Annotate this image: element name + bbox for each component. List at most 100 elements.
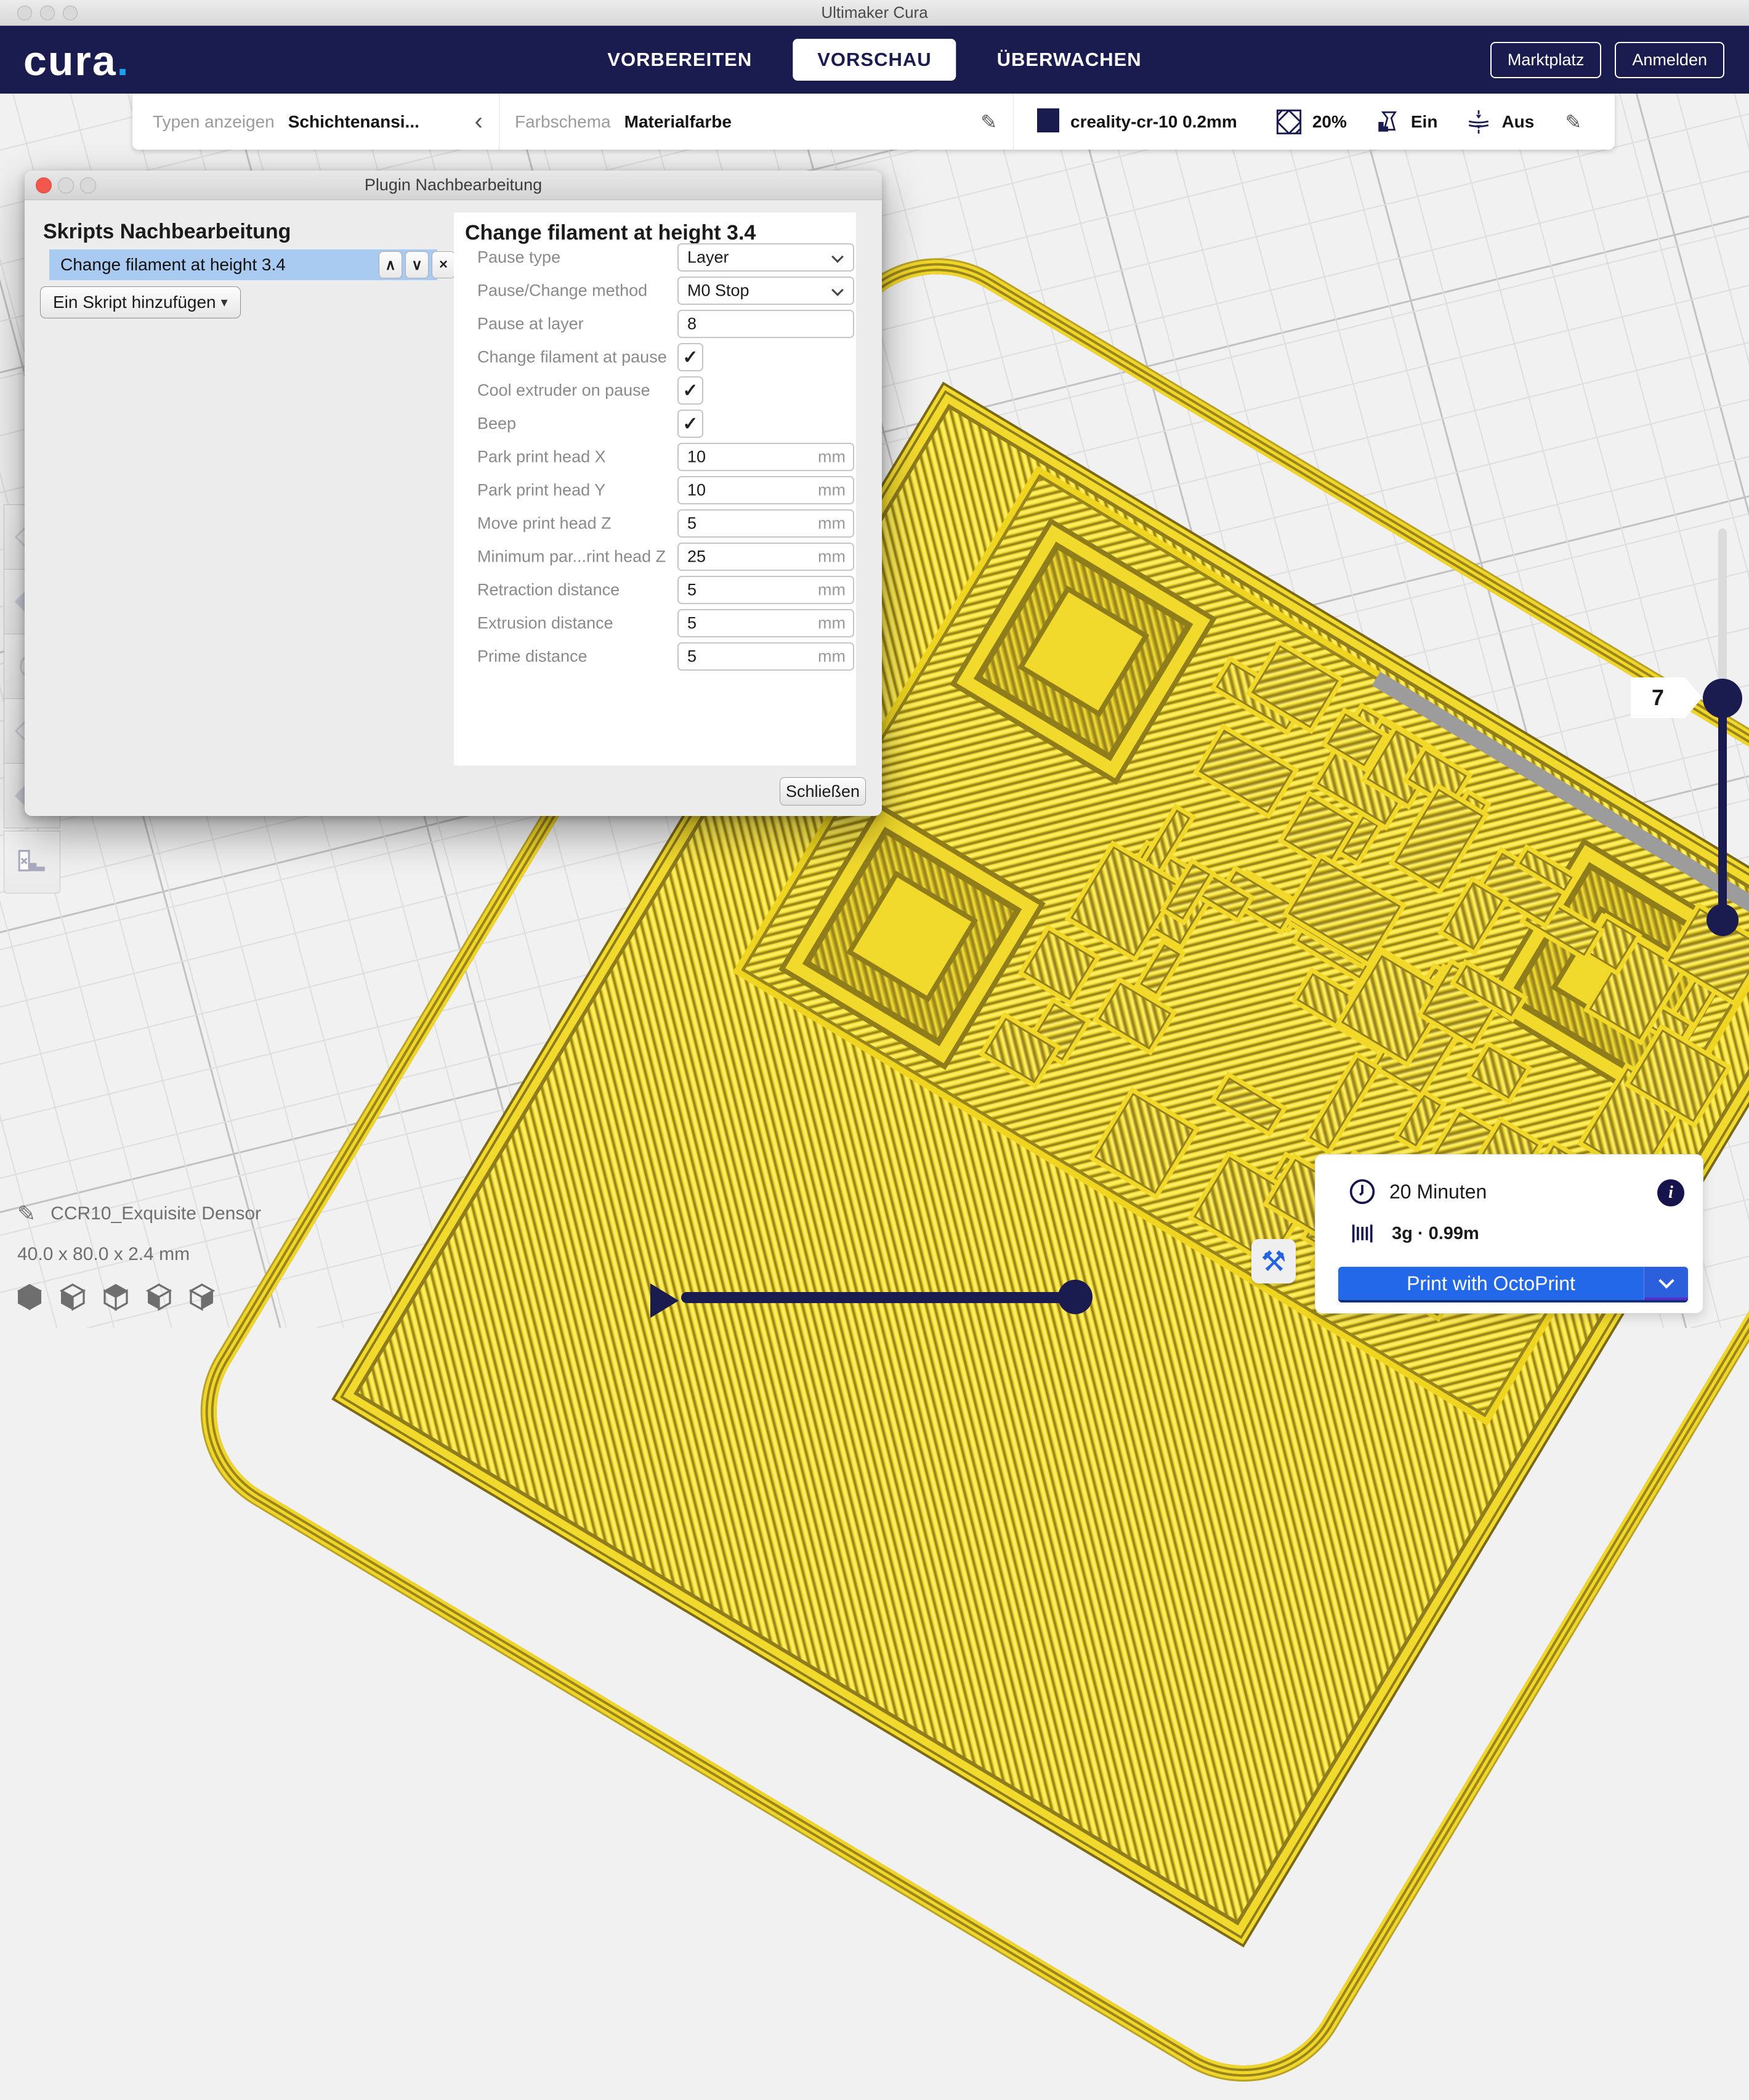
dialog-close-button[interactable] bbox=[36, 177, 52, 193]
dialog-minimize-button[interactable] bbox=[58, 177, 74, 193]
adhesion-icon bbox=[1466, 109, 1492, 135]
setting-value: 10 bbox=[687, 448, 706, 467]
setting-label: Prime distance bbox=[477, 647, 588, 666]
minimize-window-button[interactable] bbox=[40, 6, 55, 20]
setting-label: Pause/Change method bbox=[477, 281, 647, 301]
move-script-up-button[interactable]: ∧ bbox=[379, 251, 402, 278]
setting-select[interactable]: Layer bbox=[677, 243, 854, 272]
setting-row: Pause typeLayer bbox=[454, 241, 856, 274]
script-settings-rows: Pause typeLayer Pause/Change method M0 Sto… bbox=[454, 241, 856, 673]
setting-row: Cool extruder on pause ✓ bbox=[454, 374, 856, 407]
model-dimensions: 40.0 x 80.0 x 2.4 mm bbox=[17, 1244, 261, 1265]
unit-label: mm bbox=[818, 581, 846, 600]
header-buttons: Marktplatz Anmelden bbox=[1490, 26, 1724, 94]
setting-label: Beep bbox=[477, 414, 516, 434]
close-dialog-button[interactable]: Schließen bbox=[780, 777, 866, 806]
print-settings-section[interactable]: creality-cr-10 0.2mm 20% Ein Aus ✎ bbox=[1013, 94, 1615, 150]
setting-value: 5 bbox=[687, 647, 697, 666]
print-time-estimate: 20 Minuten bbox=[1389, 1181, 1487, 1203]
setting-input[interactable]: 8 bbox=[677, 310, 854, 338]
setting-label: Extrusion distance bbox=[477, 614, 613, 633]
selected-script-label: Change filament at height 3.4 bbox=[60, 255, 286, 275]
close-window-button[interactable] bbox=[17, 6, 32, 20]
dropdown-caret-icon: ▾ bbox=[221, 294, 228, 310]
setting-checkbox[interactable]: ✓ bbox=[677, 343, 703, 371]
setting-select[interactable]: M0 Stop bbox=[677, 277, 854, 305]
infill-icon bbox=[1275, 108, 1303, 135]
window-title: Ultimaker Cura bbox=[821, 3, 927, 22]
dialog-zoom-button[interactable] bbox=[80, 177, 96, 193]
infill-setting[interactable]: 20% bbox=[1275, 108, 1347, 135]
dialog-window-controls[interactable] bbox=[36, 177, 96, 193]
setting-input[interactable]: 10mm bbox=[677, 476, 854, 504]
stage-toolbar: Typen anzeigen Schichtenansi... ‹ Farbsc… bbox=[132, 94, 1615, 150]
adhesion-setting[interactable]: Aus bbox=[1466, 109, 1534, 135]
material-icon bbox=[1350, 1221, 1377, 1246]
print-path-block bbox=[1193, 724, 1299, 819]
setting-label: Retraction distance bbox=[477, 581, 620, 600]
view-type-section[interactable]: Typen anzeigen Schichtenansi... ‹ bbox=[132, 94, 499, 150]
view-cube-left-icon[interactable] bbox=[144, 1282, 174, 1315]
window-controls[interactable] bbox=[17, 6, 78, 20]
setting-label: Move print head Z bbox=[477, 514, 612, 533]
logo-dot: . bbox=[117, 38, 130, 84]
view-cube-3d-icon[interactable] bbox=[15, 1282, 44, 1315]
setting-value: 5 bbox=[687, 514, 697, 533]
setting-input[interactable]: 5mm bbox=[677, 642, 854, 671]
tab-ueberwachen[interactable]: ÜBERWACHEN bbox=[972, 39, 1166, 81]
edit-settings-pencil-icon[interactable]: ✎ bbox=[1565, 110, 1581, 134]
layer-slider-handle[interactable] bbox=[1703, 679, 1742, 718]
info-icon[interactable]: i bbox=[1657, 1179, 1684, 1206]
setting-checkbox[interactable]: ✓ bbox=[677, 410, 703, 438]
setting-input[interactable]: 5mm bbox=[677, 576, 854, 604]
rename-pencil-icon[interactable]: ✎ bbox=[17, 1201, 36, 1227]
setting-row: Beep ✓ bbox=[454, 407, 856, 440]
unit-label: mm bbox=[818, 481, 846, 500]
view-cube-front-icon[interactable] bbox=[58, 1282, 87, 1315]
setting-row: Prime distance 5mm bbox=[454, 640, 856, 673]
tab-vorbereiten[interactable]: VORBEREITEN bbox=[583, 39, 777, 81]
octoprint-settings-button[interactable]: ⚒ bbox=[1251, 1239, 1296, 1283]
remove-script-button[interactable]: × bbox=[432, 251, 455, 278]
setting-input[interactable]: 25mm bbox=[677, 543, 854, 571]
print-path-block bbox=[1210, 1072, 1288, 1137]
support-setting[interactable]: Ein bbox=[1375, 109, 1438, 135]
setting-value: M0 Stop bbox=[687, 281, 749, 301]
logo-text: cura bbox=[23, 38, 117, 84]
print-path-block bbox=[1088, 1087, 1200, 1200]
move-script-down-button[interactable]: ∨ bbox=[405, 251, 429, 278]
view-cube-top-icon[interactable] bbox=[101, 1282, 131, 1315]
print-path-block bbox=[1303, 1051, 1382, 1155]
setting-label: Cool extruder on pause bbox=[477, 381, 650, 400]
model-info: ✎ CCR10_Exquisite Densor 40.0 x 80.0 x 2… bbox=[17, 1201, 261, 1265]
support-blocker-tool[interactable] bbox=[4, 831, 60, 894]
simulation-slider-track[interactable] bbox=[681, 1292, 1076, 1303]
setting-checkbox[interactable]: ✓ bbox=[677, 376, 703, 405]
print-with-octoprint-button[interactable]: Print with OctoPrint bbox=[1338, 1267, 1688, 1302]
script-row-actions: ∧ ∨ × bbox=[379, 251, 455, 278]
add-script-button[interactable]: Ein Skript hinzufügen ▾ bbox=[40, 286, 241, 318]
edit-pencil-icon[interactable]: ✎ bbox=[980, 110, 997, 134]
color-scheme-value[interactable]: Materialfarbe bbox=[624, 112, 732, 132]
zoom-window-button[interactable] bbox=[63, 6, 78, 20]
tab-vorschau[interactable]: VORSCHAU bbox=[793, 39, 956, 81]
color-scheme-section[interactable]: Farbschema Materialfarbe ✎ bbox=[499, 94, 1013, 150]
simulation-slider-knob[interactable] bbox=[1058, 1280, 1093, 1314]
collapse-chevron-icon[interactable]: ‹ bbox=[475, 108, 483, 135]
layer-slider-range[interactable] bbox=[1718, 697, 1727, 921]
setting-input[interactable]: 10mm bbox=[677, 443, 854, 471]
print-options-dropdown[interactable] bbox=[1644, 1267, 1688, 1300]
signin-button[interactable]: Anmelden bbox=[1615, 42, 1724, 78]
marketplace-button[interactable]: Marktplatz bbox=[1490, 42, 1602, 78]
dialog-titlebar[interactable]: Plugin Nachbearbeitung bbox=[25, 171, 882, 200]
setting-input[interactable]: 5mm bbox=[677, 509, 854, 538]
view-type-value[interactable]: Schichtenansi... bbox=[288, 112, 419, 132]
setting-value: 25 bbox=[687, 547, 706, 567]
setting-input[interactable]: 5mm bbox=[677, 609, 854, 637]
printer-profile-value[interactable]: creality-cr-10 0.2mm bbox=[1070, 112, 1237, 132]
view-cube-right-icon[interactable] bbox=[187, 1282, 217, 1315]
layer-slider-bottom-handle[interactable] bbox=[1707, 904, 1739, 936]
play-button[interactable] bbox=[650, 1283, 679, 1318]
setting-value: 5 bbox=[687, 614, 697, 633]
setting-row: Retraction distance 5mm bbox=[454, 573, 856, 607]
